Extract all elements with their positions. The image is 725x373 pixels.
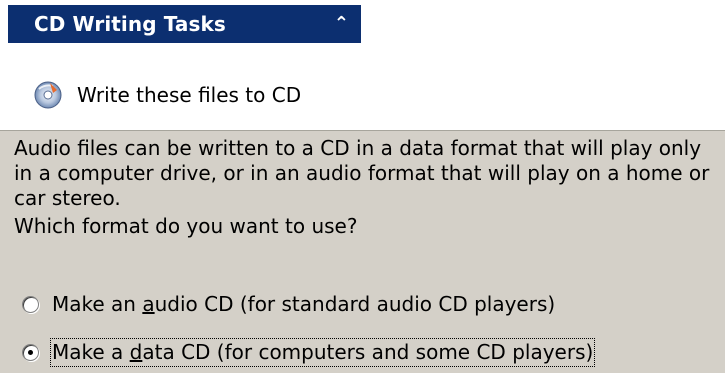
audio-cd-option[interactable]: Make an audio CD (for standard audio CD …	[22, 292, 555, 317]
write-files-to-cd-link[interactable]: Write these files to CD	[33, 80, 301, 110]
format-question: Which format do you want to use?	[14, 214, 358, 238]
chevron-double-up-icon[interactable]: ⌃	[334, 15, 349, 33]
data-cd-radio[interactable]	[22, 344, 39, 361]
cd-burn-icon	[34, 81, 62, 109]
task-pane-header[interactable]: CD Writing Tasks ⌃	[8, 5, 361, 43]
task-pane-title: CD Writing Tasks	[34, 12, 226, 36]
audio-cd-radio[interactable]	[22, 296, 39, 313]
audio-cd-label: Make an audio CD (for standard audio CD …	[52, 292, 556, 316]
task-label: Write these files to CD	[77, 83, 302, 107]
data-cd-option[interactable]: Make a data CD (for computers and some C…	[22, 338, 596, 367]
format-description: Audio files can be written to a CD in a …	[14, 136, 710, 210]
data-cd-label: Make a data CD (for computers and some C…	[49, 338, 596, 367]
cd-format-panel: Audio files can be written to a CD in a …	[0, 130, 725, 373]
